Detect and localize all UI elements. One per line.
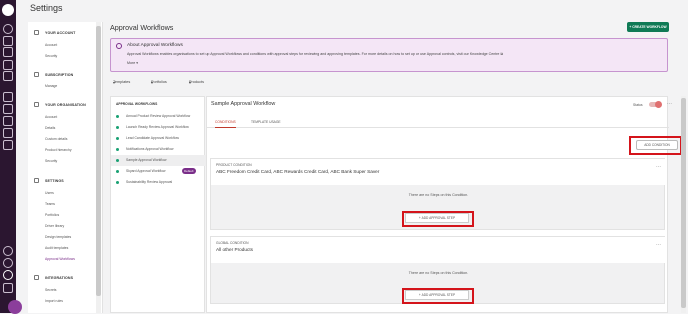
about-body: Approval Workflows enables organisations…: [127, 52, 503, 56]
sidebar-scroll-thumb[interactable]: [96, 26, 101, 296]
settings-icon: [34, 178, 39, 183]
status-dot-icon: [116, 159, 119, 162]
settings-sidebar: YOUR ACCOUNT Account Security SUBSCRIPTI…: [28, 22, 103, 313]
create-workflow-button[interactable]: + CREATE WORKFLOW: [627, 22, 669, 32]
status-dot-icon: [116, 115, 119, 118]
document-icon[interactable]: [3, 36, 13, 46]
sidebar-item-design-templates[interactable]: Design templates: [45, 235, 71, 239]
sidebar-item-secrets[interactable]: Secrets: [45, 288, 57, 292]
chevron-down-icon: ▾: [151, 81, 153, 85]
sidebar-item-users[interactable]: Users: [45, 191, 54, 195]
highlight-box: [629, 136, 682, 155]
organisation-icon: [34, 102, 39, 107]
empty-steps-text: There are no Steps on this Condition.: [408, 193, 469, 197]
list-icon[interactable]: [3, 60, 13, 70]
integrations-icon: [34, 275, 39, 280]
sidebar-item-details[interactable]: Details: [45, 126, 55, 130]
status-dot-icon: [116, 170, 119, 173]
help-icon[interactable]: [3, 258, 13, 268]
page-title: Approval Workflows: [110, 23, 174, 32]
default-badge: Default: [182, 168, 196, 174]
sidebar-item-org-security[interactable]: Security: [45, 159, 57, 163]
top-bar: Settings: [16, 0, 688, 18]
sidebar-item-import-rules[interactable]: Import rules: [45, 299, 63, 303]
sidebar-item-driver-library[interactable]: Driver library: [45, 224, 64, 228]
expand-sidebar-button[interactable]: [8, 300, 22, 314]
home-icon[interactable]: [3, 92, 13, 102]
more-toggle[interactable]: More ▾: [127, 61, 138, 65]
condition-options-icon[interactable]: ⋯: [656, 164, 661, 170]
tab-template-usage[interactable]: TEMPLATE USAGE: [251, 120, 281, 124]
sidebar-item-product-hierarchy[interactable]: Product hierarchy: [45, 148, 72, 152]
condition-options-icon[interactable]: ⋯: [656, 242, 661, 248]
bell-icon[interactable]: [3, 246, 13, 256]
sidebar-item-security[interactable]: Security: [45, 54, 57, 58]
gear-icon[interactable]: [3, 270, 13, 280]
condition-name: ABC Freedom Credit Card, ABC Rewards Cre…: [216, 169, 380, 174]
folder-icon[interactable]: [3, 116, 13, 126]
condition-name: All other Products: [216, 247, 253, 252]
workflow-item[interactable]: Lead Candidate Approval Workflow: [111, 133, 206, 144]
detail-tabs: CONDITIONS TEMPLATE USAGE: [207, 116, 669, 128]
highlight-box: [402, 211, 474, 227]
logo-icon[interactable]: [2, 4, 14, 16]
workflow-list: APPROVAL WORKFLOWS Annual Product Review…: [110, 96, 206, 313]
workflow-item[interactable]: Launch Ready Review Approval Workflow: [111, 122, 206, 133]
status-dot-icon: [116, 148, 119, 151]
page-section-title: Settings: [30, 3, 63, 13]
chevron-down-icon: ▾: [113, 81, 115, 85]
app-rail: [0, 0, 22, 314]
status-toggle[interactable]: [649, 101, 662, 108]
workflow-item[interactable]: Sustainability Review Approval: [111, 177, 206, 188]
chevron-down-icon: ▾: [136, 61, 139, 65]
sidebar-scrollbar[interactable]: [96, 22, 101, 313]
sidebar-item-approval-workflows[interactable]: Approval Workflows: [45, 257, 75, 261]
condition-type: PRODUCT CONDITION: [216, 163, 252, 167]
sidebar-item-portfolios[interactable]: Portfolios: [45, 213, 59, 217]
account-icon: [34, 30, 39, 35]
grid-icon[interactable]: [3, 104, 13, 114]
subscription-icon: [34, 72, 39, 77]
highlight-box: [402, 288, 474, 304]
about-banner: About Approval Workflows Approval Workfl…: [110, 38, 668, 72]
main-scroll-thumb[interactable]: [681, 98, 686, 308]
sidebar-item-audit-templates[interactable]: Audit templates: [45, 246, 68, 250]
workflow-item[interactable]: Skyard Approval Workflow Default: [111, 166, 206, 177]
workflow-title: Sample Approval Workflow: [211, 101, 276, 107]
about-title: About Approval Workflows: [127, 43, 183, 48]
sidebar-item-custom-details[interactable]: Custom details: [45, 137, 67, 141]
tab-conditions[interactable]: CONDITIONS: [215, 120, 236, 128]
condition-type: GLOBAL CONDITION: [216, 241, 249, 245]
sidebar-item-account[interactable]: Account: [45, 43, 57, 47]
main-scrollbar[interactable]: [681, 96, 686, 313]
workflow-item-selected[interactable]: Sample Approval Workflow: [111, 155, 206, 166]
sidebar-item-teams[interactable]: Teams: [45, 202, 55, 206]
info-icon: [116, 43, 122, 49]
status-dot-icon: [116, 137, 119, 140]
user-icon[interactable]: [3, 24, 13, 34]
calendar-icon[interactable]: [3, 47, 13, 57]
workflow-list-heading: APPROVAL WORKFLOWS: [116, 102, 158, 106]
chart-icon[interactable]: [3, 71, 13, 81]
table-icon[interactable]: [3, 140, 13, 150]
chevron-down-icon: ▾: [189, 81, 191, 85]
workflow-item[interactable]: Notifications Approval Workflow: [111, 144, 206, 155]
sidebar-item-manage[interactable]: Manage: [45, 84, 57, 88]
status-label: Status: [633, 103, 643, 107]
book-icon[interactable]: [3, 128, 13, 138]
external-link-icon[interactable]: ⧉: [500, 52, 503, 56]
status-dot-icon: [116, 126, 119, 129]
workflow-item[interactable]: Annual Product Review Approval Workflow: [111, 111, 206, 122]
logout-icon[interactable]: [3, 283, 13, 293]
empty-steps-text: There are no Steps on this Condition.: [408, 271, 469, 275]
more-options-icon[interactable]: ⋯: [667, 101, 672, 107]
sidebar-item-org-account[interactable]: Account: [45, 115, 57, 119]
status-dot-icon: [116, 181, 119, 184]
